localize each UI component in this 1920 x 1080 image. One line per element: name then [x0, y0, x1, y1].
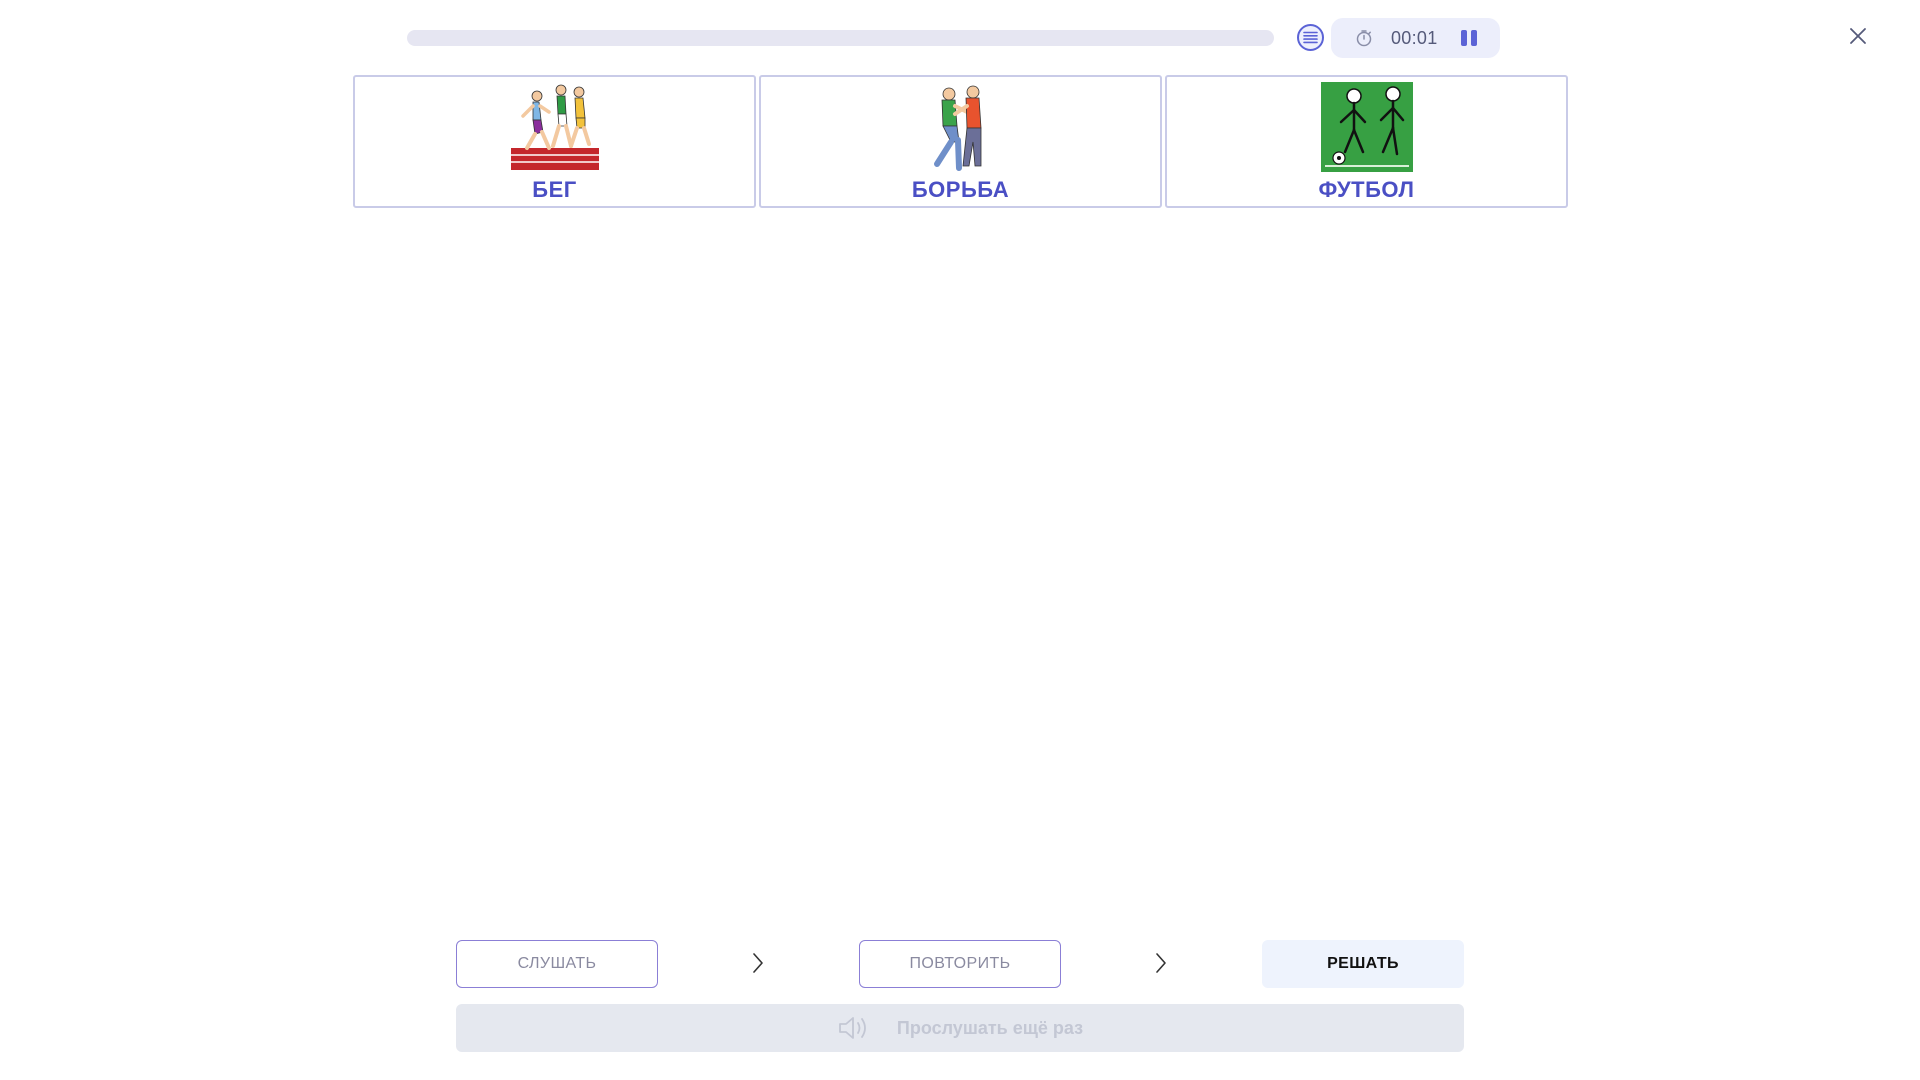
chevron-right-icon	[1156, 953, 1166, 973]
step-repeat-button[interactable]: ПОВТОРИТЬ	[859, 940, 1061, 988]
card-football[interactable]: ФУТБОЛ	[1165, 75, 1568, 208]
stopwatch-icon	[1355, 29, 1373, 47]
card-run[interactable]: БЕГ	[353, 75, 756, 208]
answer-cards: БЕГ БОРЬБА ФУТБОЛ	[353, 75, 1568, 208]
list-icon	[1303, 31, 1318, 44]
replay-label: Прослушать ещё раз	[896, 1017, 1084, 1038]
close-icon	[1850, 28, 1866, 44]
timer-value: 00:01	[1391, 28, 1438, 48]
list-button[interactable]	[1297, 24, 1324, 51]
step-listen-button[interactable]: СЛУШАТЬ	[456, 940, 658, 988]
step-solve-button[interactable]: РЕШАТЬ	[1262, 940, 1464, 988]
football-players-picture	[1320, 82, 1413, 172]
pause-icon-bar	[1461, 30, 1467, 46]
speaker-icon	[839, 1017, 866, 1039]
pause-icon-bar	[1471, 30, 1477, 46]
exercise-screen: 00:01 БЕГ БОРЬБА ФУТБОЛ СЛУШАТЬ ПОВТОРИТ…	[0, 0, 1920, 1080]
wrestling-people-picture	[933, 85, 981, 171]
card-label: БЕГ	[532, 177, 577, 202]
timer: 00:01	[1331, 18, 1500, 58]
running-people-picture	[510, 84, 599, 170]
card-label: БОРЬБА	[911, 177, 1010, 202]
pause-button[interactable]	[1457, 27, 1481, 49]
close-button[interactable]	[1845, 23, 1871, 49]
progress-bar	[407, 30, 1274, 46]
replay-button[interactable]: Прослушать ещё раз	[456, 1004, 1464, 1052]
card-label: ФУТБОЛ	[1318, 177, 1415, 202]
chevron-right-icon	[753, 953, 763, 973]
card-wrestling[interactable]: БОРЬБА	[759, 75, 1162, 208]
